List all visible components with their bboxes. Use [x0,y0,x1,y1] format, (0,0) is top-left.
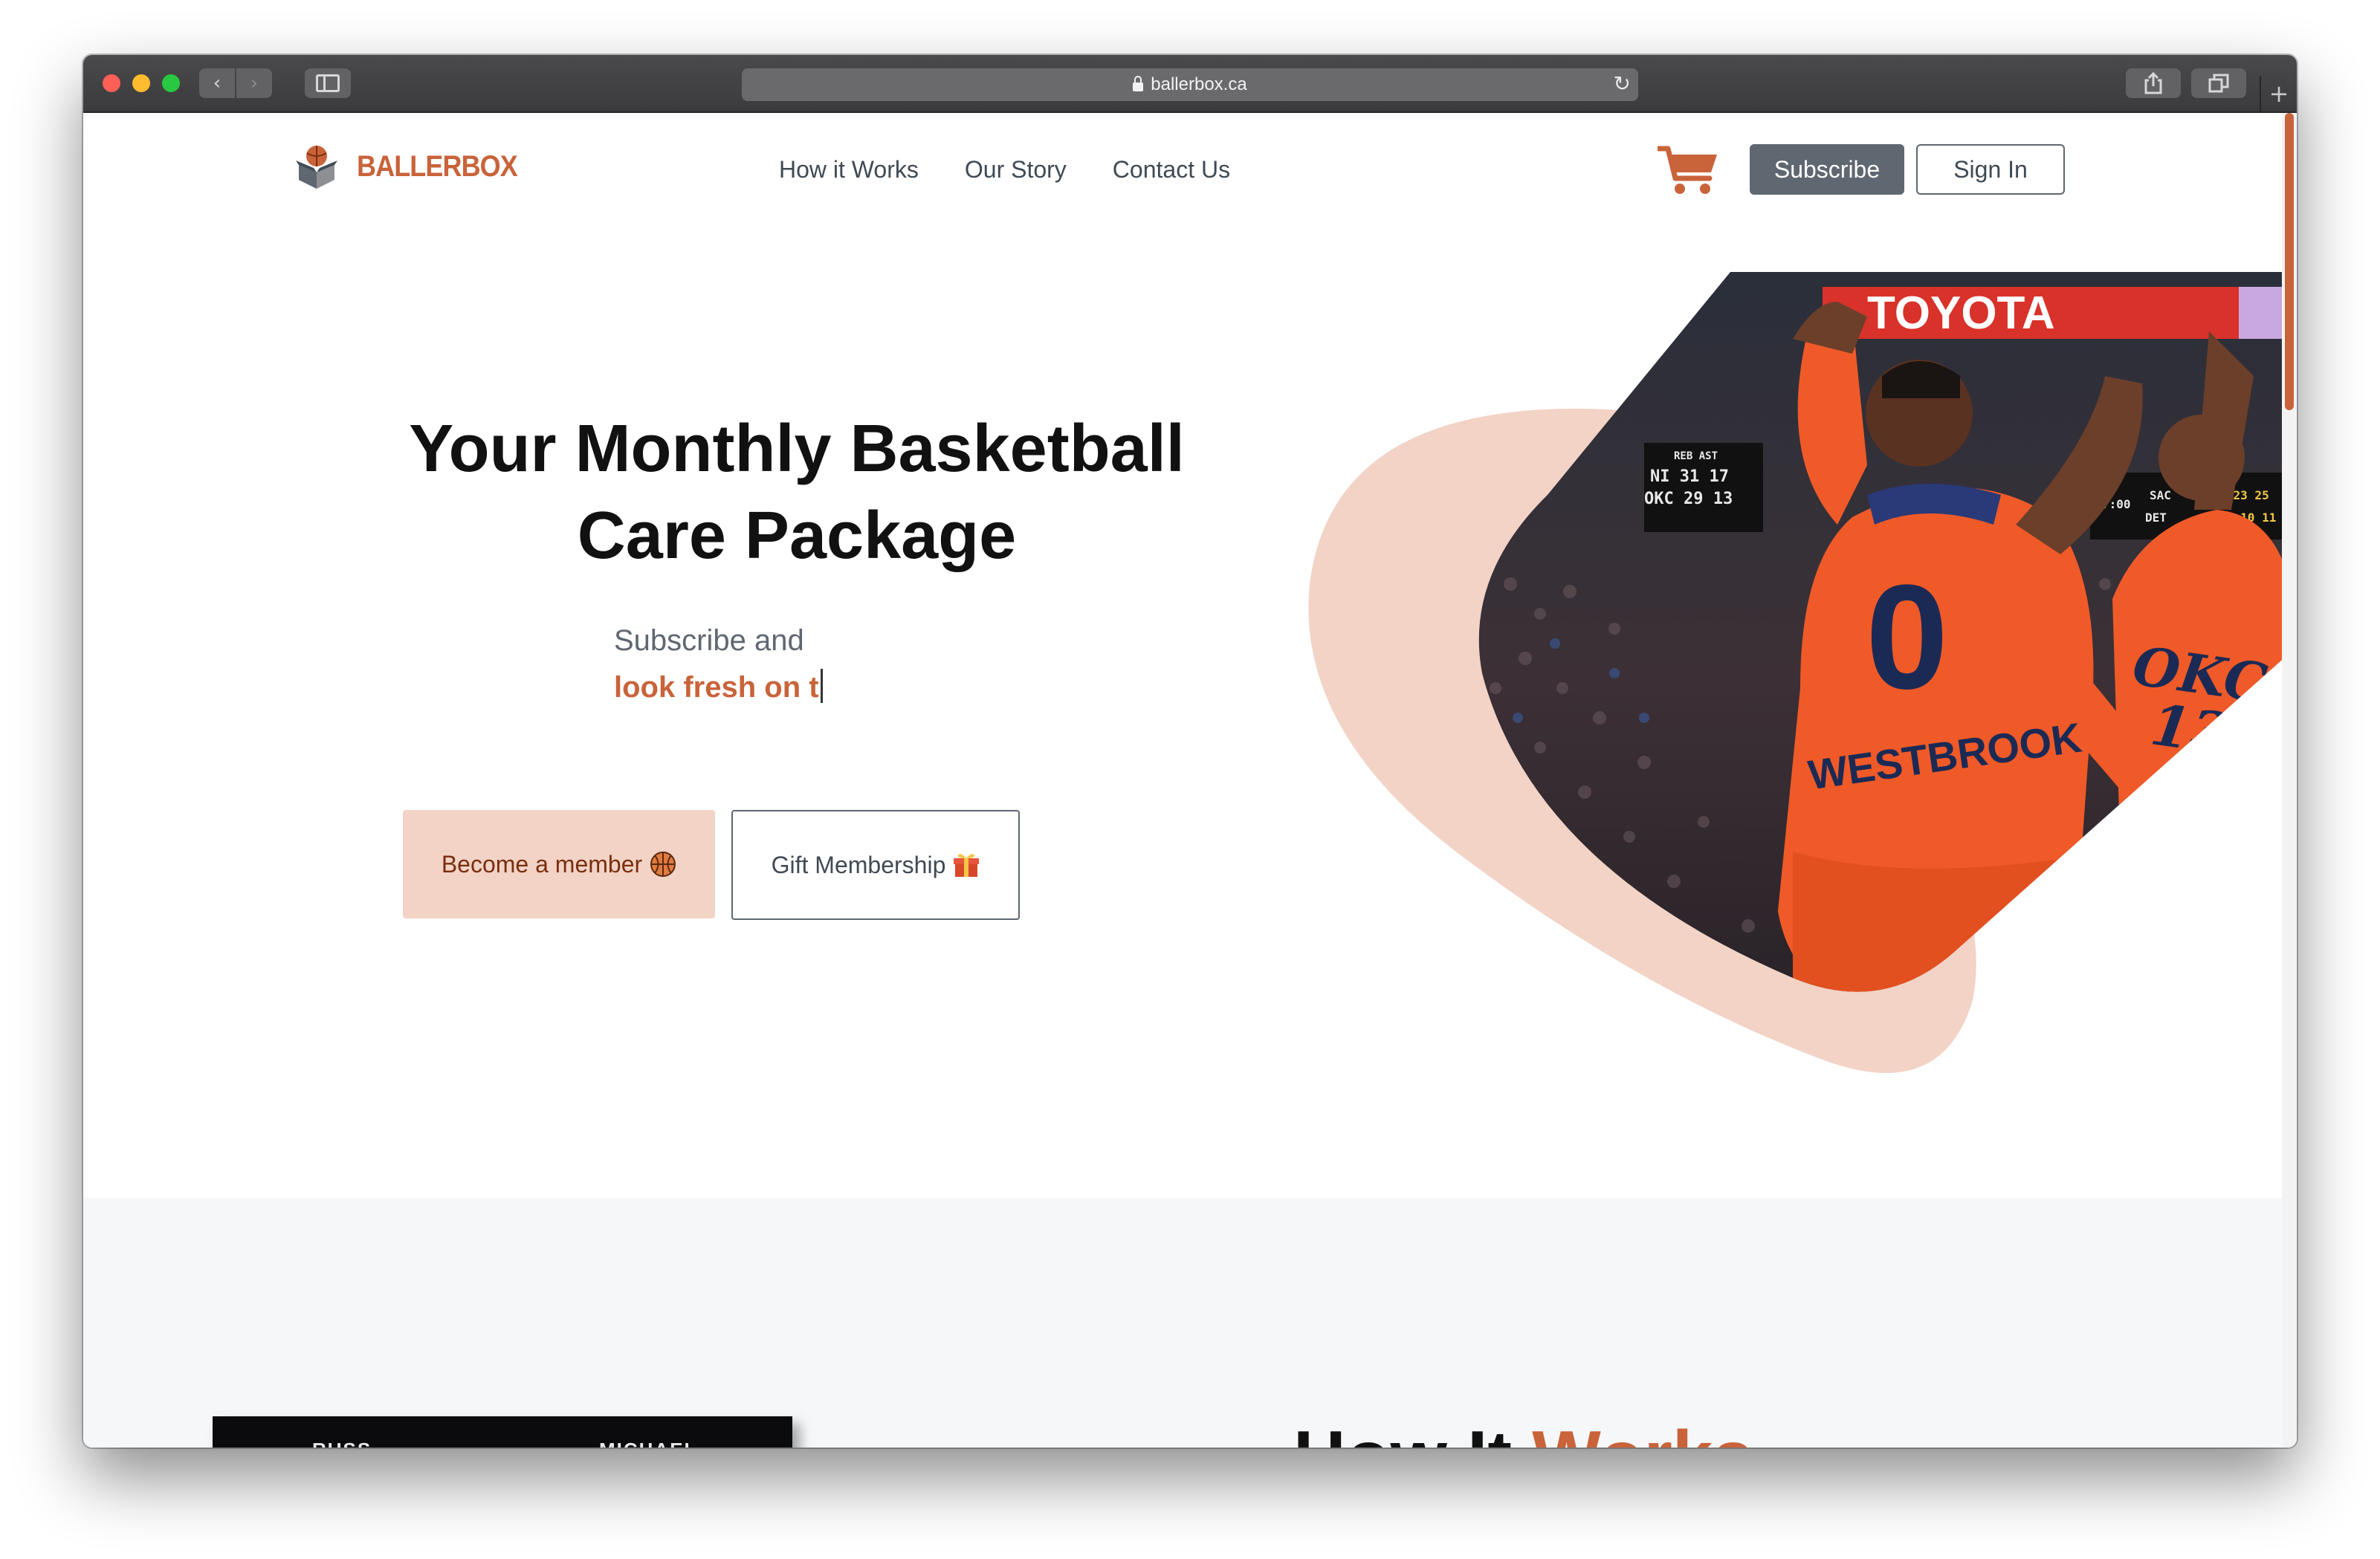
text-cursor [820,669,823,703]
scoreboard-right-2: SAC [2150,488,2171,502]
reload-icon[interactable]: ↻ [1614,71,1631,96]
video-thumbnail[interactable]: RUSS MICHAEL [213,1416,792,1448]
site-logo[interactable]: BALLERBOX [294,143,535,190]
browser-titlebar: ‹ › ballerbox.ca ↻ + [83,55,2297,113]
tabs-icon [2208,74,2229,93]
scoreboard-left-2: NI 31 17 [1650,467,1729,486]
forward-button[interactable]: › [236,68,272,98]
how-it-works-title: How It Works [1293,1415,1753,1448]
gift-icon [954,854,980,877]
video-label-michael: MICHAEL [599,1439,697,1448]
lock-icon [1133,76,1144,91]
main-nav: How it Works Our Story Contact Us [779,156,1230,184]
logo-text: BALLERBOX [357,149,518,183]
how-it-works-title-part1: How It [1293,1416,1532,1448]
hero-illustration: TOYOTA REB AST NI 31 17 OKC 29 13 7:00 S… [1308,272,2282,1073]
hero-title-line1: Your Monthly Basketball [409,412,1185,486]
become-member-label: Become a member [441,850,643,878]
sidebar-toggle-button[interactable] [305,68,351,98]
nav-our-story[interactable]: Our Story [965,156,1067,184]
show-tabs-button[interactable] [2191,68,2246,98]
basketball-icon [650,852,676,877]
jersey-back-number: 13 [2147,691,2234,768]
subscribe-button[interactable]: Subscribe [1750,144,1904,195]
photo-banner-text: TOYOTA [1867,288,2055,339]
how-it-works-title-accent: Works [1532,1416,1753,1448]
browser-window: ‹ › ballerbox.ca ↻ + BALLERBOX How it Wo… [83,55,2297,1448]
close-window-button[interactable] [103,74,120,92]
zoom-window-button[interactable] [162,74,180,92]
logo-box-icon [296,146,337,189]
how-it-works-section: RUSS MICHAEL How It Works [83,1198,2282,1448]
address-bar-url: ballerbox.ca [1151,74,1247,94]
sign-in-button[interactable]: Sign In [1916,144,2065,195]
sidebar-icon [316,74,340,92]
scrollbar-thumb[interactable] [2285,113,2294,410]
share-button[interactable] [2126,68,2181,98]
nav-contact-us[interactable]: Contact Us [1113,156,1230,184]
page-viewport: BALLERBOX How it Works Our Story Contact… [83,113,2297,1448]
scoreboard-right-3: DET [2145,511,2167,525]
hero-title: Your Monthly Basketball Care Package [321,406,1273,580]
scoreboard-left-3: OKC 29 13 [1644,490,1733,508]
address-bar[interactable]: ballerbox.ca ↻ [742,68,1638,101]
jersey-front-number: 0 [1866,554,1948,720]
new-tab-button[interactable]: + [2260,76,2297,111]
scrollbar[interactable] [2282,113,2297,1448]
scoreboard-left-1: REB AST [1674,450,1718,462]
gift-membership-button[interactable]: Gift Membership [731,810,1020,920]
gift-membership-label: Gift Membership [771,851,946,878]
share-icon [2144,72,2162,94]
hero-title-line2: Care Package [577,499,1017,573]
back-button[interactable]: ‹ [199,68,235,98]
typed-text: look fresh on t [614,671,819,704]
nav-how-it-works[interactable]: How it Works [779,156,919,184]
hero-typed-text: look fresh on t [614,669,823,704]
become-member-button[interactable]: Become a member [403,810,715,918]
hero-subtitle: Subscribe and [614,624,804,657]
video-label-russ: RUSS [312,1439,372,1448]
minimize-window-button[interactable] [132,74,150,92]
cart-icon[interactable] [1658,144,1720,196]
